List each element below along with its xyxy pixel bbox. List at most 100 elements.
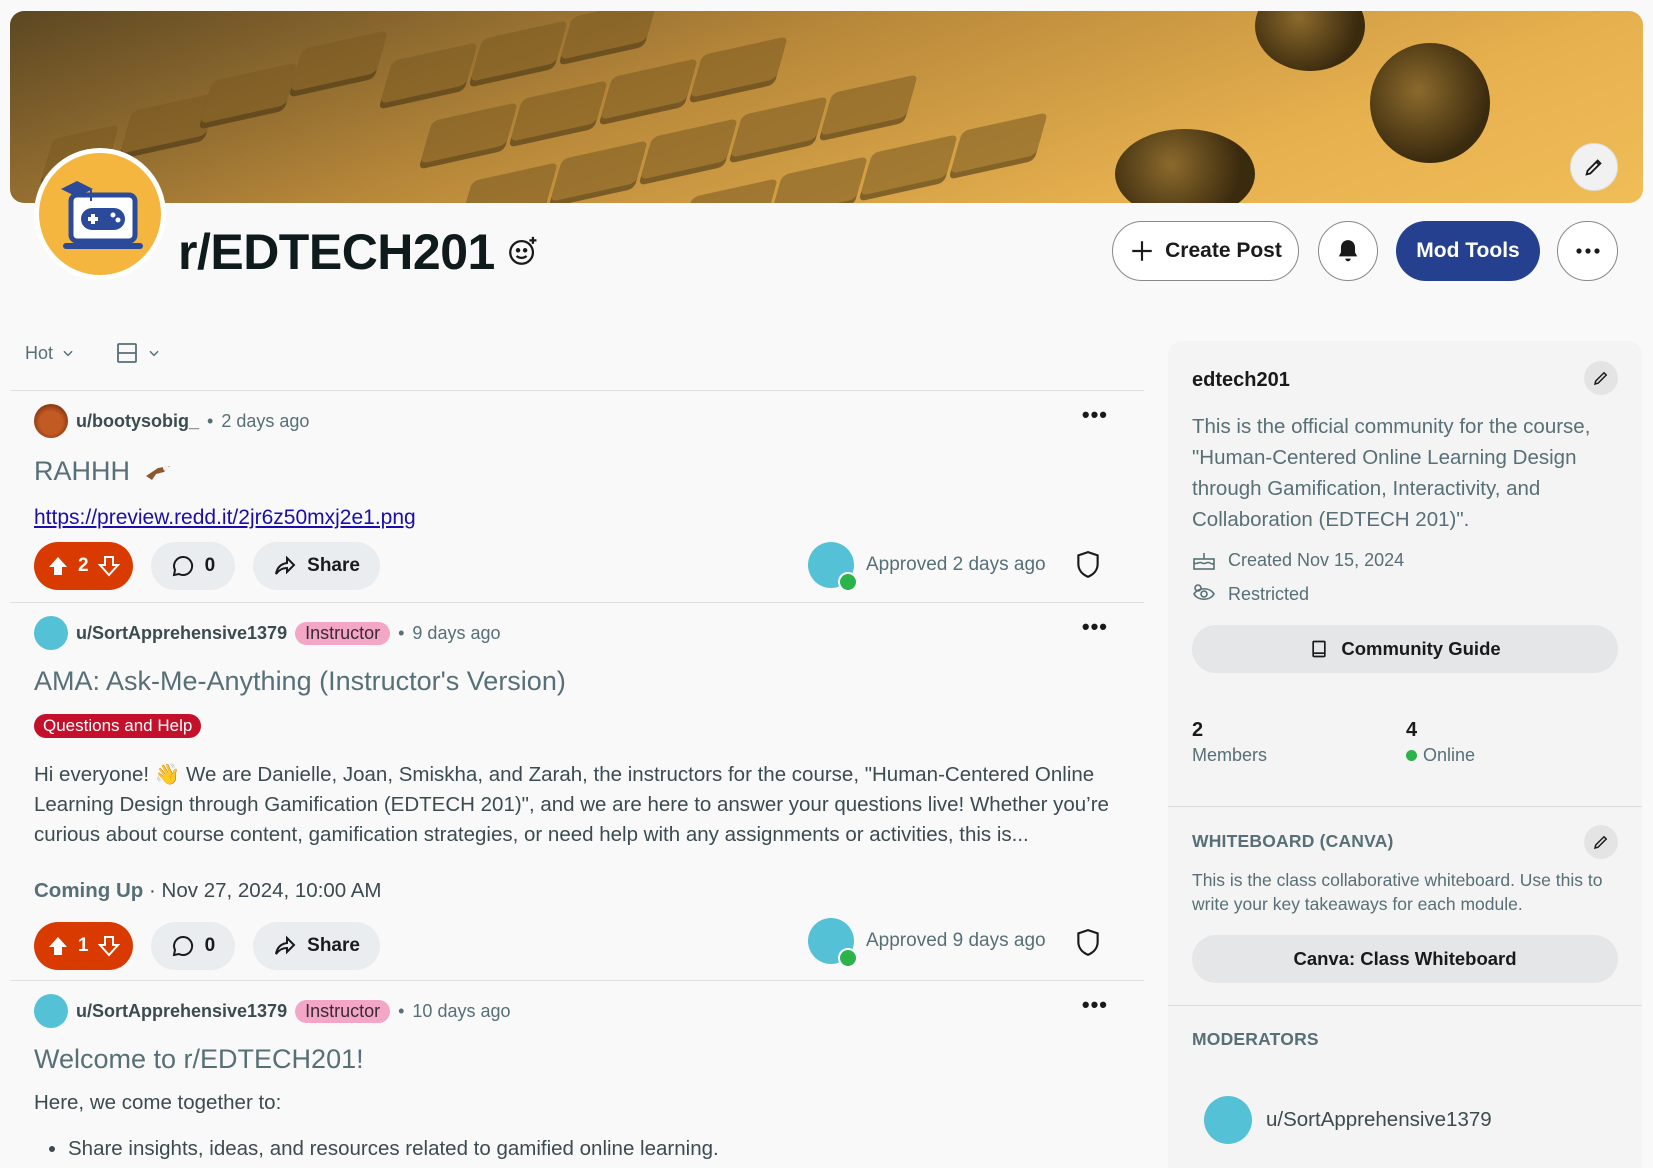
add-mascot-button[interactable]	[504, 232, 542, 270]
community-more-button[interactable]	[1557, 221, 1618, 281]
create-post-button[interactable]: Create Post	[1112, 221, 1299, 281]
post-card[interactable]: u/SortApprehensive1379 Instructor • 9 da…	[10, 602, 1144, 980]
post-flair-tag[interactable]: Questions and Help	[34, 714, 202, 738]
chevron-down-icon	[63, 350, 73, 357]
sort-dropdown[interactable]: Hot	[25, 343, 75, 364]
post-card[interactable]: u/SortApprehensive1379 Instructor • 10 d…	[10, 980, 1144, 1168]
vote-count: 1	[78, 935, 89, 956]
canva-whiteboard-button[interactable]: Canva: Class Whiteboard	[1192, 935, 1618, 983]
upvote-icon[interactable]	[46, 934, 70, 958]
online-dot-icon	[1406, 750, 1417, 761]
post-more-button[interactable]: •••	[1082, 402, 1108, 428]
approved-text: Approved 9 days ago	[866, 930, 1046, 951]
avatar[interactable]	[34, 616, 68, 650]
whiteboard-heading: WHITEBOARD (CANVA)	[1192, 831, 1394, 851]
banner-keyboard-image	[10, 11, 1210, 203]
cake-icon	[1193, 553, 1215, 570]
share-button[interactable]: Share	[253, 922, 380, 970]
post-link[interactable]: https://preview.redd.it/2jr6z50mxj2e1.pn…	[34, 506, 416, 530]
list-item: Share insights, ideas, and resources rel…	[68, 1137, 719, 1161]
community-banner	[10, 11, 1643, 203]
mod-tools-button[interactable]: Mod Tools	[1396, 221, 1540, 281]
avatar	[808, 542, 858, 592]
post-more-button[interactable]: •••	[1082, 614, 1108, 640]
plus-icon	[1132, 241, 1152, 261]
share-label: Share	[307, 935, 360, 956]
community-avatar[interactable]	[34, 148, 166, 280]
post-title-text: RAHHH	[34, 456, 131, 486]
created-text: Created Nov 15, 2024	[1228, 549, 1405, 570]
post-actions: 1 0 Share	[34, 922, 380, 970]
post-title[interactable]: RAHHH	[34, 456, 172, 487]
post-actions: 2 0 Share	[34, 542, 380, 590]
post-title[interactable]: AMA: Ask-Me-Anything (Instructor's Versi…	[34, 666, 566, 697]
post-meta: u/SortApprehensive1379 Instructor • 10 d…	[34, 994, 511, 1028]
chevron-down-icon	[149, 350, 159, 357]
post-card[interactable]: u/bootysobig_ • 2 days ago ••• RAHHH htt…	[10, 390, 1144, 602]
downvote-icon[interactable]	[97, 554, 121, 578]
post-more-button[interactable]: •••	[1082, 992, 1108, 1018]
approved-text: Approved 2 days ago	[866, 554, 1046, 575]
create-post-label: Create Post	[1165, 239, 1282, 262]
vote-count: 2	[78, 555, 89, 576]
avatar[interactable]	[34, 994, 68, 1028]
created-date: Created Nov 15, 2024	[1192, 549, 1404, 571]
shield-icon[interactable]	[1075, 928, 1101, 958]
online-status: Online	[1406, 745, 1475, 766]
comment-count: 0	[204, 555, 216, 576]
post-intro[interactable]: Here, we come together to:	[34, 1088, 1114, 1118]
community-sidebar: edtech201 This is the official community…	[1168, 341, 1642, 1168]
post-author[interactable]: u/SortApprehensive1379	[76, 1001, 287, 1022]
upvote-icon[interactable]	[46, 554, 70, 578]
moderators-heading: MODERATORS	[1192, 1029, 1319, 1049]
post-body[interactable]: Hi everyone! 👋 We are Danielle, Joan, Sm…	[34, 760, 1114, 850]
view-dropdown[interactable]	[115, 341, 161, 365]
share-label: Share	[307, 555, 360, 576]
comments-button[interactable]: 0	[150, 542, 236, 590]
book-icon	[1312, 640, 1327, 658]
smiley-plus-icon	[509, 236, 537, 265]
pencil-icon	[1593, 835, 1608, 850]
comments-button[interactable]: 0	[150, 922, 236, 970]
downvote-icon[interactable]	[97, 934, 121, 958]
comment-icon	[172, 935, 193, 957]
vote-pill: 1	[34, 922, 133, 970]
pencil-icon	[1593, 371, 1608, 386]
post-author[interactable]: u/SortApprehensive1379	[76, 623, 287, 644]
avatar	[1204, 1096, 1252, 1144]
comment-count: 0	[204, 935, 216, 956]
card-view-icon	[117, 343, 137, 363]
share-icon	[275, 555, 296, 575]
notifications-button[interactable]	[1318, 221, 1378, 281]
shield-icon[interactable]	[1075, 550, 1101, 580]
post-author[interactable]: u/bootysobig_	[76, 411, 199, 432]
community-guide-button[interactable]: Community Guide	[1192, 625, 1618, 673]
members-label: Members	[1192, 745, 1268, 765]
gamepad-laptop-icon	[61, 181, 143, 249]
user-flair: Instructor	[295, 999, 391, 1023]
check-icon	[838, 572, 858, 592]
share-button[interactable]: Share	[253, 542, 380, 590]
avatar[interactable]	[34, 404, 68, 438]
ellipsis-icon	[1575, 248, 1600, 254]
post-time: 10 days ago	[412, 1000, 511, 1021]
moderator-item[interactable]: u/SortApprehensive1379	[1204, 1096, 1492, 1144]
sort-label: Hot	[25, 342, 54, 363]
post-meta: u/SortApprehensive1379 Instructor • 9 da…	[34, 616, 501, 650]
approval-status: Approved 9 days ago	[808, 918, 1046, 968]
community-title: r/EDTECH201	[178, 224, 495, 280]
restricted-eye-icon	[1193, 584, 1215, 601]
edit-whiteboard-button[interactable]	[1584, 825, 1618, 859]
edit-banner-button[interactable]	[1570, 143, 1618, 191]
post-meta: u/bootysobig_ • 2 days ago	[34, 404, 309, 438]
check-icon	[838, 948, 858, 968]
edit-about-button[interactable]	[1584, 361, 1618, 395]
post-title[interactable]: Welcome to r/EDTECH201!	[34, 1044, 364, 1075]
type-text: Restricted	[1228, 583, 1310, 604]
meta-dot: •	[398, 1000, 405, 1021]
vote-pill: 2	[34, 542, 133, 590]
avatar	[808, 918, 858, 968]
online-label: Online	[1423, 745, 1476, 765]
online-count: 4	[1406, 719, 1418, 741]
guide-label: Community Guide	[1341, 638, 1501, 659]
